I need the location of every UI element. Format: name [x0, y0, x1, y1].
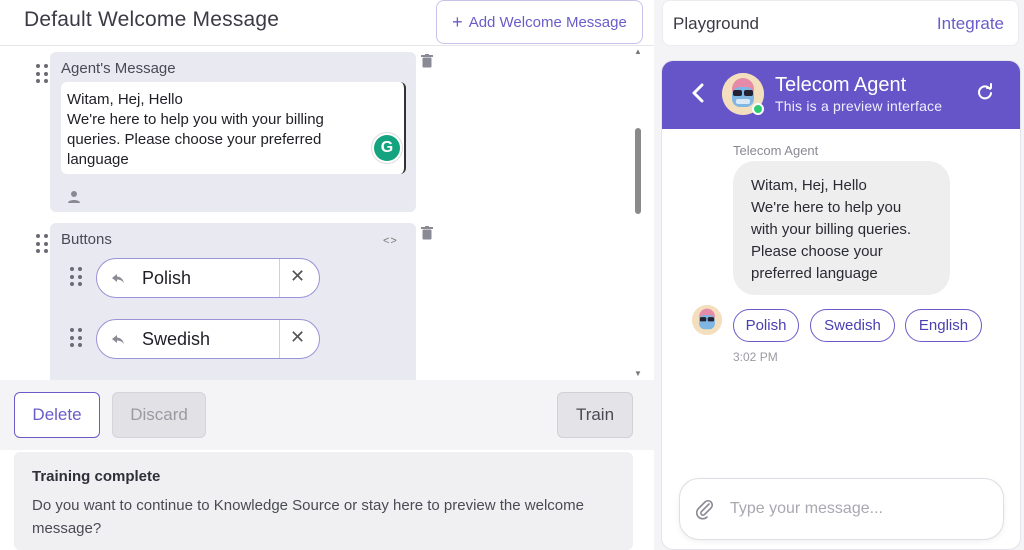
grammarly-icon[interactable]: G: [371, 132, 403, 164]
editor-panel: Default Welcome Message + Add Welcome Me…: [0, 0, 654, 550]
agent-message-card: Agent's Message Witam, Hej, Hello We're …: [50, 52, 416, 212]
add-welcome-message-label: Add Welcome Message: [468, 13, 627, 31]
action-bar: Delete Discard Train: [0, 380, 654, 450]
reply-icon: [112, 274, 124, 283]
agent-subtitle: This is a preview interface: [775, 98, 943, 114]
playground-header: Playground Integrate: [662, 0, 1019, 46]
pill-divider: [279, 320, 280, 358]
agent-avatar-small: [692, 305, 722, 335]
integrate-link[interactable]: Integrate: [937, 14, 1004, 34]
bot-message-bubble: Witam, Hej, Hello We're here to help you…: [733, 161, 950, 295]
quick-reply-label[interactable]: Polish: [142, 268, 191, 289]
code-icon[interactable]: <>: [383, 235, 398, 247]
paperclip-icon[interactable]: [694, 498, 716, 520]
person-icon[interactable]: [67, 190, 81, 204]
plus-icon: +: [452, 12, 463, 32]
playground-title: Playground: [673, 14, 760, 33]
sender-label: Telecom Agent: [733, 143, 819, 158]
refresh-icon[interactable]: [976, 83, 994, 101]
chat-input-bar: [679, 478, 1004, 540]
drag-handle-icon[interactable]: [36, 234, 48, 254]
delete-button[interactable]: Delete: [14, 392, 100, 438]
drag-handle-icon[interactable]: [70, 267, 82, 287]
message-editor-list[interactable]: Agent's Message Witam, Hej, Hello We're …: [0, 46, 654, 380]
drag-handle-icon[interactable]: [36, 64, 48, 84]
chat-preview: Telecom Agent This is a preview interfac…: [661, 60, 1021, 550]
buttons-label: Buttons: [61, 231, 112, 248]
reply-icon: [112, 335, 124, 344]
quick-reply-chip-english[interactable]: English: [905, 309, 982, 342]
remove-icon[interactable]: ✕: [290, 266, 305, 287]
bot-message-text: Witam, Hej, Hello We're here to help you…: [751, 177, 912, 282]
agent-name: Telecom Agent: [775, 74, 907, 96]
discard-button[interactable]: Discard: [112, 392, 206, 438]
drag-handle-icon[interactable]: [70, 328, 82, 348]
agent-message-text[interactable]: Witam, Hej, Hello We're here to help you…: [67, 90, 357, 170]
quick-reply-chip-polish[interactable]: Polish: [733, 309, 799, 342]
chat-message-input[interactable]: [730, 493, 990, 525]
delete-card-trash-icon[interactable]: [421, 54, 433, 68]
editor-header: Default Welcome Message + Add Welcome Me…: [0, 0, 654, 46]
add-welcome-message-button[interactable]: + Add Welcome Message: [436, 0, 643, 44]
chevron-left-icon[interactable]: [692, 83, 704, 103]
page-title: Default Welcome Message: [24, 8, 280, 31]
delete-card-trash-icon[interactable]: [421, 226, 433, 240]
online-status-indicator: [752, 103, 764, 115]
quick-reply-button-swedish[interactable]: Swedish ✕: [96, 319, 320, 359]
quick-reply-label[interactable]: Swedish: [142, 329, 210, 350]
remove-icon[interactable]: ✕: [290, 327, 305, 348]
scrollbar-thumb[interactable]: [635, 128, 641, 214]
vertical-scrollbar[interactable]: ▲ ▼: [633, 46, 643, 380]
notice-body: Do you want to continue to Knowledge Sou…: [32, 497, 584, 537]
agent-message-label: Agent's Message: [61, 60, 176, 77]
message-timestamp: 3:02 PM: [733, 350, 778, 364]
scroll-down-icon[interactable]: ▼: [634, 370, 642, 378]
agent-message-editor[interactable]: Witam, Hej, Hello We're here to help you…: [61, 82, 406, 174]
app-root: Default Welcome Message + Add Welcome Me…: [0, 0, 1024, 550]
notice-title: Training complete: [32, 468, 161, 485]
chat-header: Telecom Agent This is a preview interfac…: [662, 61, 1020, 129]
scroll-up-icon[interactable]: ▲: [634, 48, 642, 56]
training-notice: Training complete Do you want to continu…: [14, 452, 633, 550]
quick-reply-button-polish[interactable]: Polish ✕: [96, 258, 320, 298]
quick-reply-chip-swedish[interactable]: Swedish: [810, 309, 895, 342]
buttons-card: Buttons <> Polish ✕ Swedish ✕: [50, 223, 416, 380]
pill-divider: [279, 259, 280, 297]
train-button[interactable]: Train: [557, 392, 633, 438]
